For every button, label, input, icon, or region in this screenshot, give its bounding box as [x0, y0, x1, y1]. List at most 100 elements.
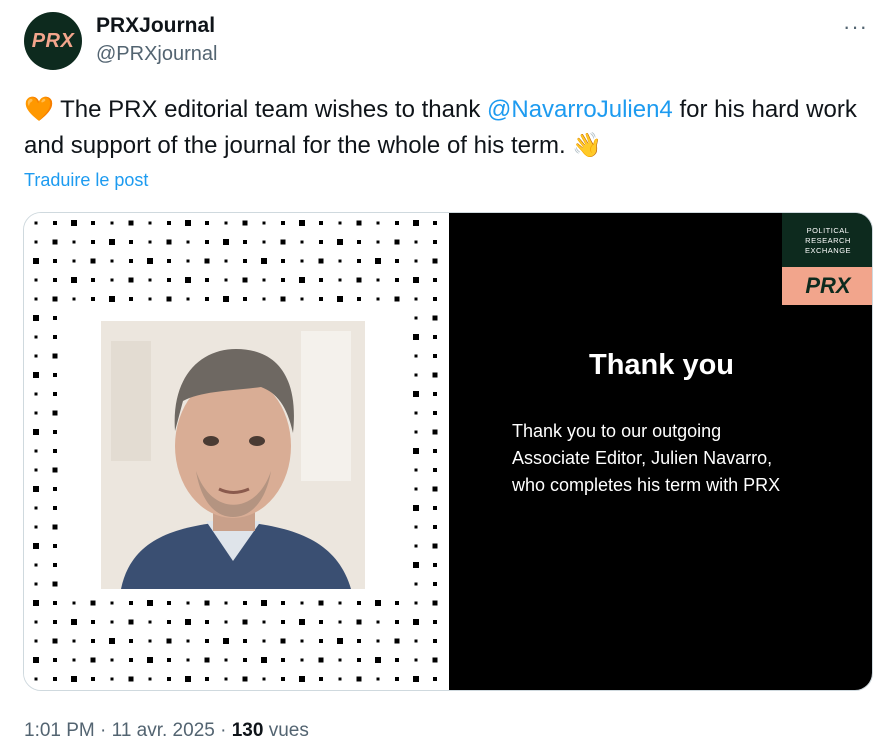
pattern-dot — [433, 563, 437, 567]
pattern-dot — [433, 506, 437, 510]
pattern-dot — [262, 240, 266, 244]
pattern-dot — [242, 676, 248, 682]
pattern-dot — [376, 240, 380, 244]
pattern-dot — [204, 258, 210, 264]
pattern-dot — [34, 449, 38, 453]
pattern-dot — [167, 221, 171, 225]
media-image[interactable]: POLITICAL RESEARCH EXCHANGE PRX Thank yo… — [23, 212, 873, 691]
pattern-dot — [337, 638, 343, 644]
pattern-dot — [53, 677, 57, 681]
pattern-panel — [24, 213, 449, 690]
pattern-dot — [205, 221, 209, 225]
pattern-dot — [148, 677, 152, 681]
logo-short: PRX — [805, 273, 851, 298]
post-date[interactable]: 11 avr. 2025 — [112, 720, 215, 741]
pattern-dot — [433, 677, 437, 681]
pattern-dot — [167, 620, 171, 624]
pattern-dot — [33, 315, 39, 321]
pattern-dot — [148, 278, 152, 282]
pattern-dot — [262, 677, 266, 681]
thanks-body: Thank you to our outgoing Associate Edit… — [512, 418, 780, 499]
pattern-dot — [91, 677, 95, 681]
display-name[interactable]: PRXJournal — [96, 12, 217, 40]
pattern-dot — [186, 658, 190, 662]
portrait-photo — [101, 321, 365, 589]
pattern-dot — [433, 449, 437, 453]
pattern-dot — [338, 259, 342, 263]
mention-link[interactable]: @NavarroJulien4 — [487, 96, 673, 123]
pattern-dot — [300, 639, 304, 643]
pattern-dot — [262, 278, 266, 282]
handle[interactable]: @PRXjournal — [96, 40, 217, 68]
pattern-dot — [414, 582, 418, 586]
pattern-dot — [338, 278, 342, 282]
pattern-dot — [281, 658, 285, 662]
pattern-dot — [34, 240, 38, 244]
pattern-dot — [432, 486, 438, 492]
pattern-dot — [53, 259, 57, 263]
pattern-dot — [110, 221, 114, 225]
pattern-dot — [357, 297, 361, 301]
pattern-dot — [34, 563, 38, 567]
pattern-dot — [205, 620, 209, 624]
separator: · — [94, 720, 112, 741]
author-names: PRXJournal @PRXjournal — [96, 12, 217, 68]
pattern-dot — [413, 619, 419, 625]
pattern-dot — [34, 468, 38, 472]
pattern-dot — [72, 601, 76, 605]
avatar[interactable]: PRX — [24, 12, 82, 70]
pattern-dot — [376, 639, 380, 643]
pattern-dot — [376, 278, 380, 282]
pattern-dot — [53, 487, 57, 491]
separator: · — [214, 720, 232, 741]
pattern-dot — [90, 657, 96, 663]
pattern-dot — [394, 296, 400, 302]
pattern-dot — [223, 296, 229, 302]
pattern-dot — [33, 372, 39, 378]
pattern-dot — [433, 411, 437, 415]
views-count: 130 — [231, 720, 264, 741]
pattern-dot — [53, 563, 57, 567]
pattern-dot — [433, 582, 437, 586]
pattern-dot — [338, 658, 342, 662]
pattern-dot — [319, 677, 323, 681]
pattern-dot — [337, 239, 343, 245]
pattern-dot — [413, 676, 419, 682]
pattern-dot — [148, 620, 152, 624]
pattern-dot — [90, 258, 96, 264]
pattern-dot — [72, 259, 76, 263]
pattern-dot — [53, 601, 57, 605]
translate-link[interactable]: Traduire le post — [24, 170, 148, 191]
pattern-dot — [433, 392, 437, 396]
more-options-icon[interactable]: ··· — [843, 14, 868, 40]
pattern-dot — [71, 676, 77, 682]
pattern-dot — [243, 297, 247, 301]
pattern-dot — [281, 259, 285, 263]
pattern-dot — [243, 240, 247, 244]
pattern-dot — [356, 277, 362, 283]
thanks-line-1: Thank you to our outgoing — [512, 421, 722, 441]
avatar-text: PRX — [31, 29, 75, 52]
pattern-dot — [109, 638, 115, 644]
pattern-dot — [33, 543, 39, 549]
post-time[interactable]: 1:01 PM — [24, 720, 95, 741]
pattern-dot — [299, 220, 305, 226]
pattern-dot — [110, 677, 114, 681]
pattern-dot — [300, 658, 304, 662]
pattern-dot — [52, 467, 58, 473]
pattern-dot — [52, 239, 58, 245]
wave-emoji: 👋 — [572, 132, 603, 159]
pattern-dot — [129, 297, 133, 301]
pattern-dot — [34, 354, 38, 358]
pattern-dot — [432, 543, 438, 549]
pattern-dot — [186, 601, 190, 605]
pattern-dot — [432, 315, 438, 321]
pattern-dot — [319, 221, 323, 225]
pattern-dot — [224, 658, 228, 662]
pattern-dot — [395, 658, 399, 662]
pattern-dot — [91, 297, 95, 301]
pattern-dot — [205, 297, 209, 301]
pattern-dot — [129, 259, 133, 263]
pattern-dot — [338, 601, 342, 605]
pattern-dot — [129, 639, 133, 643]
